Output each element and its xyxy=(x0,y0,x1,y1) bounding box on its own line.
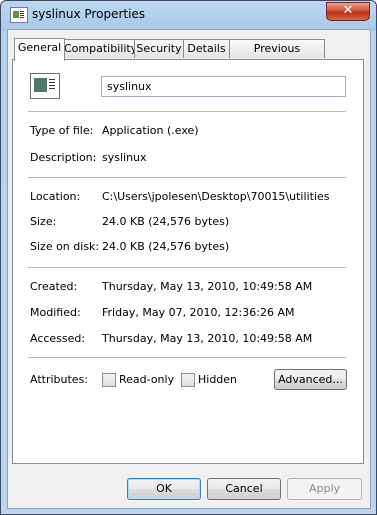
file-name-input[interactable]: syslinux xyxy=(101,76,346,97)
title-bar[interactable]: syslinux Properties ✕ xyxy=(1,1,376,29)
hidden-checkbox[interactable] xyxy=(181,373,195,387)
attributes-label: Attributes: xyxy=(30,373,89,386)
separator xyxy=(28,111,346,112)
type-of-file-value: Application (.exe) xyxy=(102,124,199,137)
description-value: syslinux xyxy=(102,151,147,164)
size-on-disk-value: 24.0 KB (24,576 bytes) xyxy=(102,240,230,253)
separator xyxy=(28,357,346,358)
location-value: C:\Users\jpolesen\Desktop\70015\utilitie… xyxy=(102,190,330,203)
size-label: Size: xyxy=(30,215,57,228)
tab-security[interactable]: Security xyxy=(134,39,184,58)
created-label: Created: xyxy=(30,280,78,293)
modified-label: Modified: xyxy=(30,306,81,319)
description-label: Description: xyxy=(30,151,97,164)
read-only-label[interactable]: Read-only xyxy=(119,373,174,386)
ok-button[interactable]: OK xyxy=(127,478,201,500)
tab-general[interactable]: General xyxy=(14,38,65,61)
apply-button[interactable]: Apply xyxy=(287,478,362,500)
window-title: syslinux Properties xyxy=(32,7,146,21)
separator xyxy=(28,267,346,268)
general-tab-page xyxy=(12,59,364,464)
tab-previous-versions[interactable]: Previous Versions xyxy=(229,39,325,73)
hidden-label[interactable]: Hidden xyxy=(198,373,237,386)
close-button[interactable]: ✕ xyxy=(326,2,370,21)
size-value: 24.0 KB (24,576 bytes) xyxy=(102,215,230,228)
location-label: Location: xyxy=(30,190,81,203)
separator xyxy=(28,177,346,178)
read-only-checkbox[interactable] xyxy=(102,373,116,387)
advanced-button[interactable]: Advanced... xyxy=(274,369,347,390)
application-icon xyxy=(30,73,60,99)
modified-value: Friday, May 07, 2010, 12:36:26 AM xyxy=(102,306,295,319)
application-icon xyxy=(10,7,28,23)
tab-details[interactable]: Details xyxy=(183,39,230,58)
size-on-disk-label: Size on disk: xyxy=(30,240,100,253)
accessed-label: Accessed: xyxy=(30,332,86,345)
created-value: Thursday, May 13, 2010, 10:49:58 AM xyxy=(102,280,313,293)
accessed-value: Thursday, May 13, 2010, 10:49:58 AM xyxy=(102,332,313,345)
type-of-file-label: Type of file: xyxy=(30,124,94,137)
tab-compatibility[interactable]: Compatibility xyxy=(63,39,137,58)
cancel-button[interactable]: Cancel xyxy=(207,478,281,500)
